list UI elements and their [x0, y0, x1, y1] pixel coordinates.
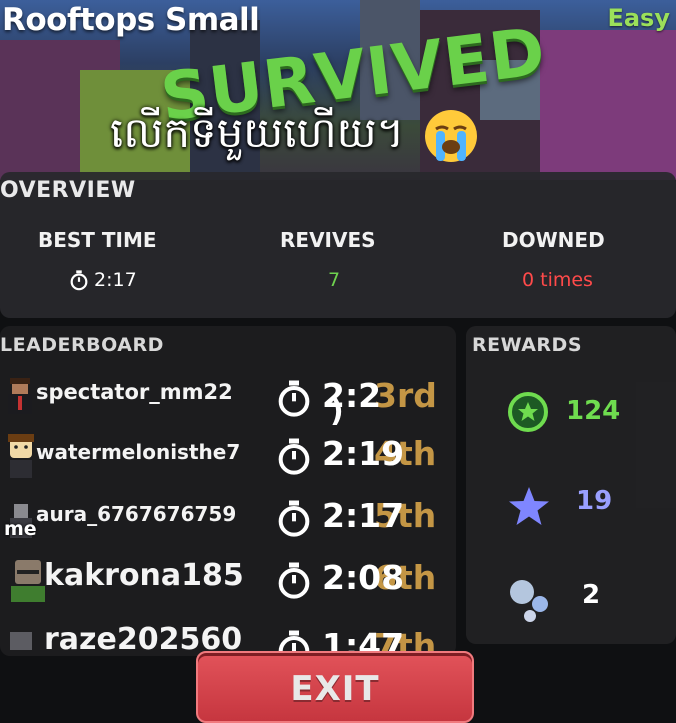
overview-panel: OVERVIEW BEST TIME REVIVES DOWNED 2:17 7…: [0, 172, 676, 318]
bubbles-icon: [510, 580, 548, 622]
stray-glyph: ): [330, 394, 344, 429]
caption-text: លើកទីមួយហើយ។: [110, 108, 405, 157]
bubbles-value: 2: [582, 580, 601, 610]
player-name: aura_6767676759: [36, 502, 237, 526]
leaderboard-row[interactable]: aura_6767676759 5th 2:17: [0, 486, 456, 548]
map-title: Rooftops Small: [2, 2, 260, 38]
stopwatch-icon: [278, 380, 310, 417]
stopwatch-icon: [278, 438, 310, 475]
me-tag: me: [4, 518, 37, 540]
player-rank: 3rd: [374, 376, 437, 415]
player-time: 2:08: [322, 558, 405, 597]
coin-icon: [508, 392, 548, 432]
rewards-panel: REWARDS 124 19 2: [466, 326, 676, 644]
player-avatar: [10, 632, 32, 650]
reward-bubbles: 2: [466, 566, 676, 626]
best-time-value: 2:17: [68, 269, 137, 291]
revives-value: 7: [328, 269, 341, 291]
player-time: 2:19: [322, 434, 405, 473]
stopwatch-icon: [278, 562, 310, 599]
stopwatch-icon: [278, 500, 310, 537]
player-name: kakrona185: [44, 558, 244, 593]
player-time: 2:17: [322, 496, 405, 535]
best-time-text: 2:17: [94, 269, 137, 291]
overview-label: OVERVIEW: [0, 178, 136, 203]
player-avatar: [8, 378, 32, 414]
exit-button[interactable]: EXIT: [196, 651, 474, 723]
player-name: watermelonisthe7: [36, 440, 241, 464]
exit-label: EXIT: [290, 669, 380, 709]
leaderboard-row[interactable]: watermelonisthe7 4th 2:19: [0, 424, 456, 486]
leaderboard-row[interactable]: raze202560 7th 1:47: [0, 616, 456, 656]
reward-coins: 124: [466, 382, 676, 442]
downed-label: DOWNED: [502, 228, 605, 252]
downed-value: 0 times: [522, 269, 593, 291]
leaderboard-panel: LEADERBOARD spectator_mm22 3rd 2:2 water…: [0, 326, 456, 656]
coins-value: 124: [566, 396, 621, 426]
best-time-label: BEST TIME: [38, 228, 157, 252]
stars-value: 19: [576, 486, 613, 516]
leaderboard-row[interactable]: kakrona185 6th 2:08: [0, 548, 456, 610]
building: [540, 30, 676, 180]
video-caption: លើកទីមួយហើយ។: [110, 106, 480, 168]
rewards-label: REWARDS: [472, 334, 583, 356]
revives-label: REVIVES: [280, 228, 376, 252]
crying-face-icon: [424, 109, 477, 162]
leaderboard-label: LEADERBOARD: [0, 334, 164, 356]
reward-stars: 19: [466, 476, 676, 536]
stopwatch-icon: [70, 270, 88, 291]
difficulty-label: Easy: [607, 4, 670, 32]
star-icon: [509, 487, 549, 525]
leaderboard-row[interactable]: spectator_mm22 3rd 2:2: [0, 366, 456, 428]
player-name: spectator_mm22: [36, 380, 233, 404]
player-avatar: [8, 434, 34, 478]
